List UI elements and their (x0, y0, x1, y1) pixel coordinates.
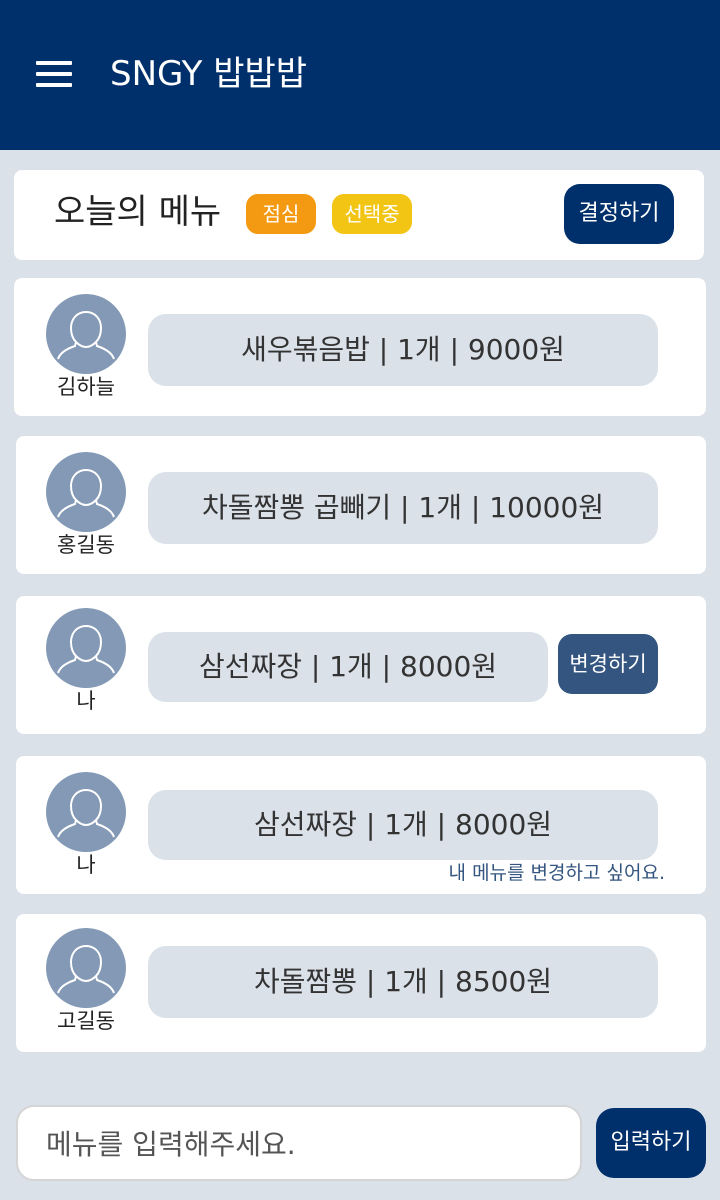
order-item: 삼선짜장 | 1개 | 8000원 (148, 790, 658, 860)
change-menu-link[interactable]: 내 메뉴를 변경하고 싶어요. (449, 860, 665, 886)
avatar-icon (46, 608, 126, 688)
person-name: 홍길동 (57, 533, 115, 557)
status-badge: 선택중 (332, 194, 412, 234)
app-title: SNGY 밥밥밥 (110, 54, 308, 94)
avatar-icon (46, 452, 126, 532)
person-name: 김하늘 (57, 375, 115, 399)
order-card: 나 삼선짜장 | 1개 | 8000원 내 메뉴를 변경하고 싶어요. (16, 756, 706, 894)
change-button[interactable]: 변경하기 (558, 634, 658, 694)
submit-button[interactable]: 입력하기 (596, 1108, 706, 1178)
order-card: 홍길동 차돌짬뽕 곱빼기 | 1개 | 10000원 (16, 436, 706, 574)
order-item: 차돌짬뽕 | 1개 | 8500원 (148, 946, 658, 1018)
decide-button[interactable]: 결정하기 (564, 184, 674, 244)
meal-badge: 점심 (246, 194, 316, 234)
menu-icon[interactable] (36, 61, 72, 87)
order-card: 고길동 차돌짬뽕 | 1개 | 8500원 (16, 914, 706, 1052)
menu-input-box (16, 1105, 582, 1181)
avatar-icon (46, 294, 126, 374)
person-name: 나 (76, 853, 96, 877)
order-card: 나 삼선짜장 | 1개 | 8000원 변경하기 (16, 596, 706, 734)
order-card: 김하늘 새우볶음밥 | 1개 | 9000원 (14, 278, 706, 416)
order-item: 차돌짬뽕 곱빼기 | 1개 | 10000원 (148, 472, 658, 544)
menu-input[interactable] (44, 1107, 568, 1181)
order-item: 새우볶음밥 | 1개 | 9000원 (148, 314, 658, 386)
order-item: 삼선짜장 | 1개 | 8000원 (148, 632, 548, 702)
todays-menu-title: 오늘의 메뉴 (54, 192, 222, 232)
app-header: SNGY 밥밥밥 (0, 0, 720, 150)
person-name: 나 (76, 689, 96, 713)
todays-menu-card: 오늘의 메뉴 점심 선택중 결정하기 (14, 170, 704, 260)
avatar-icon (46, 772, 126, 852)
person-name: 고길동 (57, 1009, 115, 1033)
avatar-icon (46, 928, 126, 1008)
